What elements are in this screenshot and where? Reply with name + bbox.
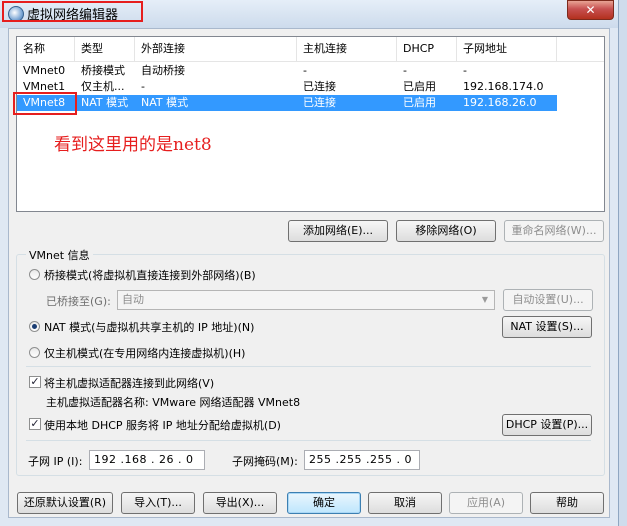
cell-subnet: 192.168.174.0 xyxy=(463,80,544,93)
cell-host: 已连接 xyxy=(303,96,336,109)
bridged-to-label: 已桥接至(G): xyxy=(46,295,111,308)
cell-external: - xyxy=(141,80,145,93)
host-only-radio[interactable] xyxy=(29,347,40,358)
subnet-mask-label: 子网掩码(M): xyxy=(232,455,298,468)
bridged-mode-radio[interactable] xyxy=(29,269,40,280)
remove-network-button[interactable]: 移除网络(O) xyxy=(396,220,496,242)
vmnet-info-group xyxy=(16,254,605,476)
bridged-to-value: 自动 xyxy=(122,293,144,306)
help-button[interactable]: 帮助 xyxy=(530,492,604,514)
column-header-name[interactable]: 名称 xyxy=(17,37,75,61)
cell-host: 已连接 xyxy=(303,80,336,93)
ok-button[interactable]: 确定 xyxy=(287,492,361,514)
vmnet-info-legend: VMnet 信息 xyxy=(26,247,93,263)
virtual-network-editor-window: 虚拟网络编辑器 ✕ 名称 类型 外部连接 主机连接 DHCP 子网地址 VMne… xyxy=(0,0,619,526)
dhcp-label[interactable]: 使用本地 DHCP 服务将 IP 地址分配给虚拟机(D) xyxy=(44,417,281,433)
annotation-text: 看到这里用的是net8 xyxy=(54,135,212,155)
title-highlight-box xyxy=(2,1,143,22)
column-header-host[interactable]: 主机连接 xyxy=(297,37,397,61)
column-header-subnet[interactable]: 子网地址 xyxy=(457,37,557,61)
subnet-ip-input[interactable]: 192 .168 . 26 . 0 xyxy=(89,450,205,470)
table-row[interactable]: VMnet1 仅主机... - 已连接 已启用 192.168.174.0 xyxy=(17,79,557,95)
column-header-type[interactable]: 类型 xyxy=(75,37,135,61)
cell-name: VMnet0 xyxy=(23,64,66,77)
subnet-mask-input[interactable]: 255 .255 .255 . 0 xyxy=(304,450,420,470)
cell-subnet: 192.168.26.0 xyxy=(463,96,537,109)
cell-type: NAT 模式 xyxy=(81,96,129,109)
chevron-down-icon: ▼ xyxy=(481,295,489,304)
export-button[interactable]: 导出(X)... xyxy=(203,492,277,514)
add-network-button[interactable]: 添加网络(E)... xyxy=(288,220,388,242)
cell-type: 桥接模式 xyxy=(81,64,125,77)
nat-mode-radio[interactable] xyxy=(29,321,40,332)
cell-type: 仅主机... xyxy=(81,80,125,93)
cell-dhcp: 已启用 xyxy=(403,96,436,109)
host-only-label[interactable]: 仅主机模式(在专用网络内连接虚拟机)(H) xyxy=(44,345,245,361)
import-button[interactable]: 导入(T)... xyxy=(121,492,195,514)
bridged-to-select[interactable]: 自动 ▼ xyxy=(117,290,495,310)
auto-settings-button[interactable]: 自动设置(U)... xyxy=(503,289,593,311)
dhcp-settings-button[interactable]: DHCP 设置(P)... xyxy=(502,414,592,436)
bridged-mode-label[interactable]: 桥接模式(将虚拟机直接连接到外部网络)(B) xyxy=(44,267,256,283)
nat-settings-button[interactable]: NAT 设置(S)... xyxy=(502,316,592,338)
list-header: 名称 类型 外部连接 主机连接 DHCP 子网地址 xyxy=(17,37,604,62)
column-header-external[interactable]: 外部连接 xyxy=(135,37,297,61)
cell-dhcp: 已启用 xyxy=(403,80,436,93)
cell-external: 自动桥接 xyxy=(141,64,185,77)
table-row-selected[interactable]: VMnet8 NAT 模式 NAT 模式 已连接 已启用 192.168.26.… xyxy=(17,95,557,111)
cell-external: NAT 模式 xyxy=(141,96,189,109)
cell-subnet: - xyxy=(463,64,467,77)
divider xyxy=(26,366,591,367)
column-header-dhcp[interactable]: DHCP xyxy=(397,37,457,61)
connect-adapter-checkbox[interactable]: ✓ xyxy=(29,376,41,388)
table-row[interactable]: VMnet0 桥接模式 自动桥接 - - - xyxy=(17,63,557,79)
rename-network-button[interactable]: 重命名网络(W)... xyxy=(504,220,604,242)
cancel-button[interactable]: 取消 xyxy=(368,492,442,514)
annotation-highlight-box xyxy=(13,92,77,115)
subnet-ip-label: 子网 IP (I): xyxy=(28,455,83,468)
network-list[interactable]: 名称 类型 外部连接 主机连接 DHCP 子网地址 VMnet0 桥接模式 自动… xyxy=(16,36,605,212)
cell-host: - xyxy=(303,64,307,77)
restore-defaults-button[interactable]: 还原默认设置(R) xyxy=(17,492,113,514)
dhcp-checkbox[interactable]: ✓ xyxy=(29,418,41,430)
cell-dhcp: - xyxy=(403,64,407,77)
adapter-name-text: 主机虚拟适配器名称: VMware 网络适配器 VMnet8 xyxy=(46,396,301,409)
nat-mode-label[interactable]: NAT 模式(与虚拟机共享主机的 IP 地址)(N) xyxy=(44,319,254,335)
title-bar[interactable]: 虚拟网络编辑器 ✕ xyxy=(0,0,618,28)
close-button[interactable]: ✕ xyxy=(567,0,614,20)
apply-button[interactable]: 应用(A) xyxy=(449,492,523,514)
divider xyxy=(26,440,591,441)
connect-adapter-label[interactable]: 将主机虚拟适配器连接到此网络(V) xyxy=(44,375,214,391)
